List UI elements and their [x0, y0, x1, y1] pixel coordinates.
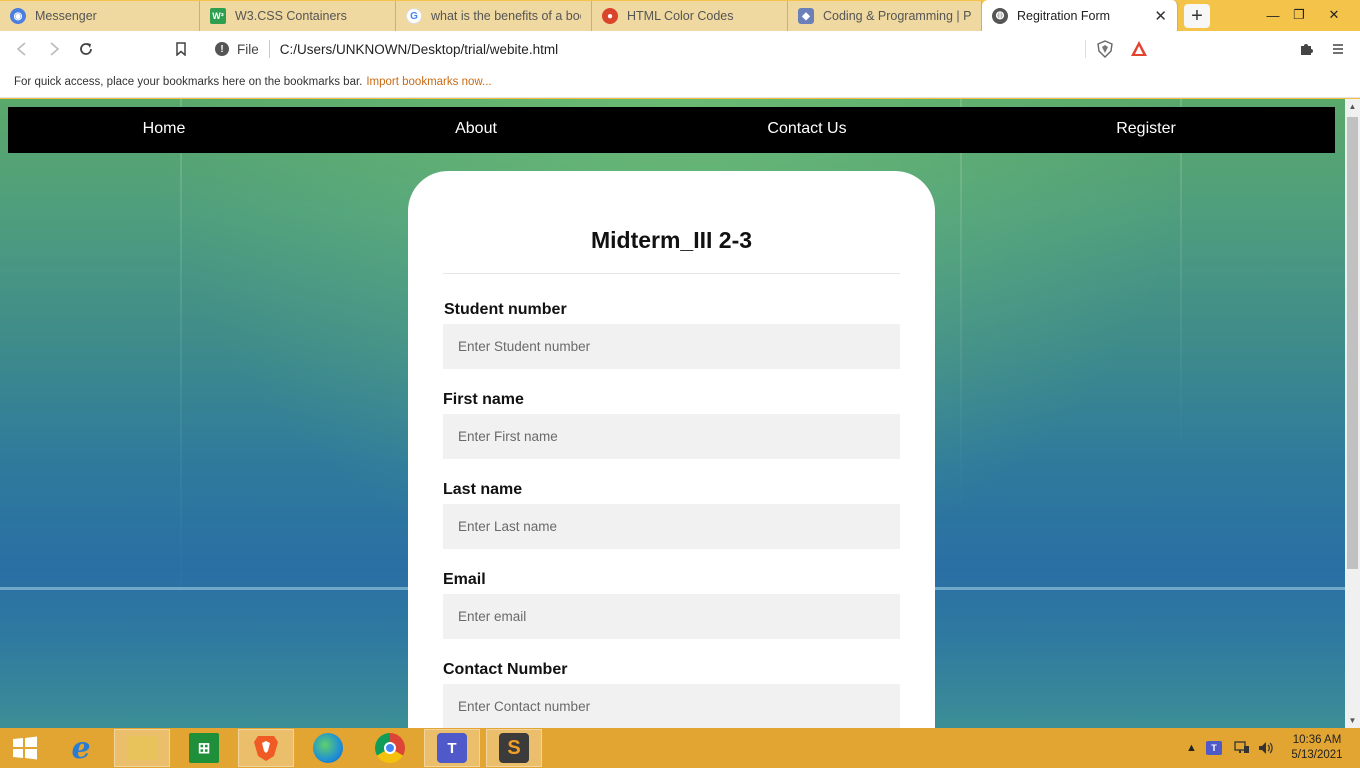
- nav-about[interactable]: About: [455, 120, 497, 138]
- restore-button[interactable]: ❐: [1284, 0, 1314, 30]
- bookmark-button[interactable]: [169, 37, 193, 61]
- teams-tray-icon[interactable]: T: [1206, 728, 1222, 768]
- title-divider: [443, 273, 900, 274]
- teams-icon: T: [437, 733, 467, 763]
- system-clock[interactable]: 10:36 AM 5/13/2021: [1284, 733, 1350, 763]
- taskbar-internet-explorer[interactable]: e: [53, 729, 109, 767]
- internet-explorer-icon: e: [71, 730, 91, 766]
- hamburger-icon: [1333, 44, 1343, 54]
- reload-icon: [80, 43, 92, 55]
- bookmarks-bar: For quick access, place your bookmarks h…: [0, 66, 1360, 98]
- bookmark-icon: [176, 42, 186, 56]
- info-icon[interactable]: !: [215, 42, 229, 56]
- address-divider: [268, 40, 270, 58]
- toolbar-divider: [1085, 40, 1086, 58]
- scheme-label: File: [237, 41, 259, 57]
- clock-time: 10:36 AM: [1292, 734, 1342, 746]
- student-number-label: Student number: [444, 301, 567, 318]
- scroll-up-arrow-icon[interactable]: ▲: [1345, 99, 1360, 114]
- htmlcolor-icon: ●: [602, 8, 618, 24]
- registration-card: Midterm_III 2-3 Student number First nam…: [408, 171, 935, 728]
- taskbar-edge[interactable]: [300, 729, 356, 767]
- file-explorer-icon: [127, 736, 157, 760]
- forward-arrow-icon: [50, 42, 60, 56]
- back-button[interactable]: [10, 37, 34, 61]
- show-hidden-icons[interactable]: ▲: [1186, 728, 1197, 768]
- bookmarks-hint: For quick access, place your bookmarks h…: [14, 75, 363, 88]
- email-label: Email: [443, 571, 486, 588]
- google-icon: G: [406, 8, 422, 24]
- tab-html-color-codes[interactable]: ● HTML Color Codes: [592, 1, 788, 31]
- volume-icon[interactable]: [1258, 728, 1274, 768]
- url-text[interactable]: C:/Users/UNKNOWN/Desktop/trial/webite.ht…: [280, 42, 558, 57]
- close-window-button[interactable]: ✕: [1314, 0, 1354, 30]
- tab-messenger[interactable]: ◉ Messenger: [0, 1, 200, 31]
- chrome-icon: [375, 733, 405, 763]
- form-title: Midterm_III 2-3: [590, 227, 753, 253]
- site-navbar: Home About Contact Us Register: [8, 107, 1335, 153]
- globe-icon: ◍: [992, 7, 1008, 24]
- new-tab-button[interactable]: +: [1184, 4, 1210, 28]
- taskbar-store[interactable]: ⊞: [176, 729, 232, 767]
- taskbar-file-explorer[interactable]: [114, 729, 170, 767]
- tab-strip: ◉ Messenger W³ W3.CSS Containers G what …: [0, 0, 1360, 31]
- w3schools-icon: W³: [210, 8, 226, 24]
- page-scrollbar[interactable]: ▲ ▼: [1345, 99, 1360, 728]
- close-tab-icon[interactable]: ✕: [1148, 7, 1167, 25]
- nav-register[interactable]: Register: [1116, 120, 1176, 138]
- taskbar-sublime[interactable]: S: [486, 729, 542, 767]
- brave-shield-icon[interactable]: [1096, 40, 1114, 58]
- edge-icon: [313, 733, 343, 763]
- tab-google-search[interactable]: G what is the benefits of a boots: [396, 1, 592, 31]
- background-streak: [180, 99, 182, 619]
- store-icon: ⊞: [189, 733, 219, 763]
- contact-number-input[interactable]: [443, 684, 900, 728]
- pinterest-icon: ◆: [798, 8, 814, 24]
- last-name-label: Last name: [443, 481, 523, 498]
- back-arrow-icon: [16, 42, 26, 56]
- contact-number-label: Contact Number: [443, 661, 568, 678]
- address-bar[interactable]: ! File C:/Users/UNKNOWN/Desktop/trial/we…: [203, 34, 1157, 64]
- tab-pinterest[interactable]: ◆ Coding & Programming | Pint: [788, 1, 982, 31]
- scroll-down-arrow-icon[interactable]: ▼: [1345, 713, 1360, 728]
- import-bookmarks-link[interactable]: Import bookmarks now...: [366, 76, 491, 88]
- windows-logo-icon: [13, 736, 37, 760]
- last-name-input[interactable]: [443, 504, 900, 549]
- brave-icon: [251, 733, 281, 763]
- start-button[interactable]: [0, 729, 50, 767]
- reload-button[interactable]: [74, 37, 98, 61]
- nav-contact-us[interactable]: Contact Us: [767, 120, 846, 138]
- puzzle-icon: [1301, 44, 1313, 55]
- forward-button[interactable]: [42, 37, 66, 61]
- taskbar-brave[interactable]: [238, 729, 294, 767]
- taskbar-teams[interactable]: T: [424, 729, 480, 767]
- scrollbar-thumb[interactable]: [1347, 117, 1358, 569]
- student-number-input[interactable]: [443, 324, 900, 369]
- clock-date: 5/13/2021: [1291, 749, 1343, 761]
- first-name-input[interactable]: [443, 414, 900, 459]
- page-viewport: Home About Contact Us Register Midterm_I…: [0, 99, 1345, 728]
- email-input[interactable]: [443, 594, 900, 639]
- first-name-label: First name: [443, 391, 524, 408]
- messenger-icon: ◉: [10, 8, 26, 24]
- sublime-icon: S: [499, 733, 529, 763]
- network-icon[interactable]: [1234, 728, 1250, 768]
- nav-home[interactable]: Home: [143, 120, 186, 138]
- extensions-button[interactable]: [1294, 37, 1318, 61]
- windows-taskbar: e ⊞ T S ▲ T 10:36 AM 5/13/2021: [0, 728, 1360, 768]
- browser-toolbar: ! File C:/Users/UNKNOWN/Desktop/trial/we…: [0, 31, 1360, 66]
- taskbar-chrome[interactable]: [362, 729, 418, 767]
- tab-w3css[interactable]: W³ W3.CSS Containers: [200, 1, 396, 31]
- tab-registration-form[interactable]: ◍ Regitration Form ✕: [982, 0, 1178, 31]
- background-streak: [1180, 99, 1182, 459]
- menu-button[interactable]: [1326, 37, 1350, 61]
- background-streak: [960, 99, 962, 519]
- brave-rewards-icon[interactable]: [1130, 40, 1148, 58]
